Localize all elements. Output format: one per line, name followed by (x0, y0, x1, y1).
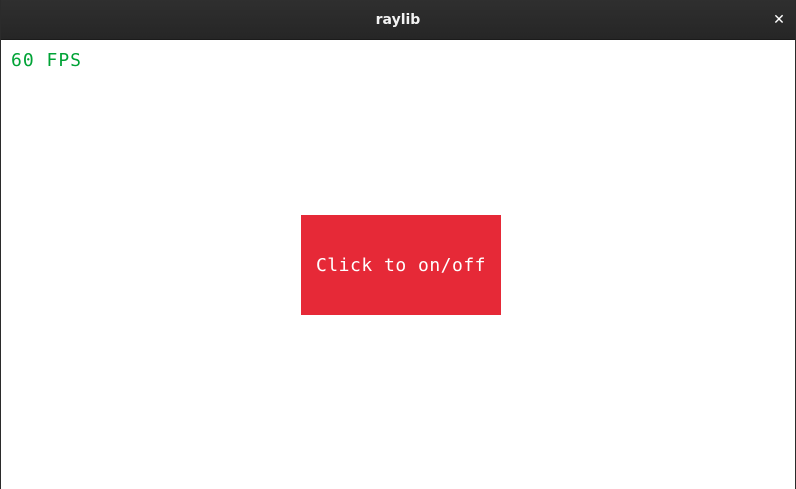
toggle-button[interactable]: Click to on/off (301, 215, 501, 315)
app-window: raylib ✕ 60 FPS Click to on/off (0, 0, 796, 489)
render-canvas[interactable]: 60 FPS Click to on/off (1, 40, 795, 489)
window-title: raylib (375, 12, 421, 28)
toggle-button-label: Click to on/off (315, 254, 487, 276)
close-icon[interactable]: ✕ (769, 10, 789, 30)
title-bar[interactable]: raylib ✕ (1, 0, 795, 40)
fps-counter: 60 FPS (11, 50, 83, 71)
